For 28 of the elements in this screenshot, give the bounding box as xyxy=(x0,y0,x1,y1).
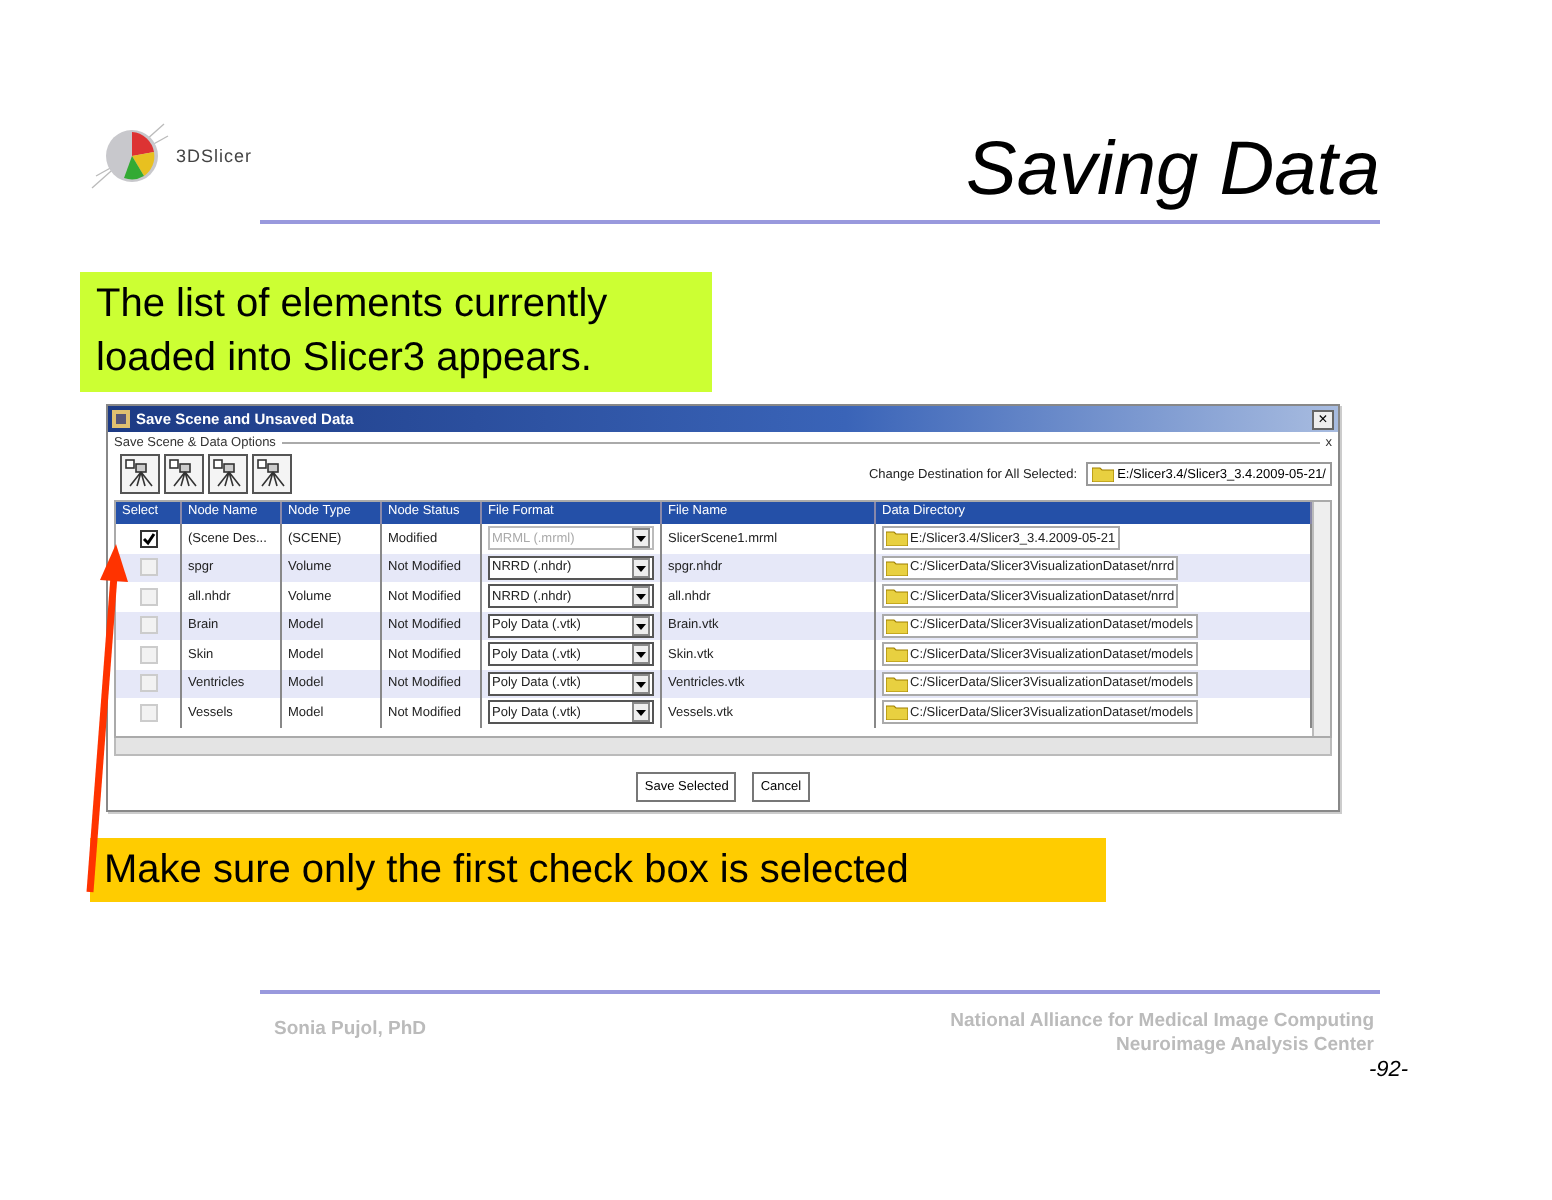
tree-icon xyxy=(168,458,200,490)
folder-icon xyxy=(1091,466,1114,482)
tree-toolbar-button[interactable] xyxy=(120,454,160,494)
callout-text: Make sure only the first check box is selected xyxy=(90,837,1106,901)
organization-name: Neuroimage Analysis Center xyxy=(1116,1033,1374,1057)
logo-text: 3DSlicer xyxy=(176,146,253,166)
folder-icon xyxy=(886,646,908,663)
folder-icon xyxy=(886,530,908,547)
row-checkbox[interactable] xyxy=(139,529,157,548)
tree-icon xyxy=(124,458,156,490)
tree-toolbar-button[interactable] xyxy=(252,454,292,494)
tree-toolbar-button[interactable] xyxy=(208,454,248,494)
app-icon xyxy=(112,410,130,428)
folder-icon xyxy=(886,675,908,692)
slide-title: Saving Data xyxy=(965,132,1380,208)
close-button[interactable]: × xyxy=(1312,409,1334,429)
callout-text: The list of elements currently loaded into Slicer3 appears. xyxy=(80,272,712,392)
page-number: -92- xyxy=(1368,1057,1408,1081)
tree-icon xyxy=(212,458,244,490)
folder-icon xyxy=(886,588,908,605)
tree-toolbar-button[interactable] xyxy=(164,454,204,494)
author-name: Sonia Pujol, PhD xyxy=(274,1017,427,1043)
folder-icon xyxy=(886,704,908,721)
tree-icon xyxy=(256,458,288,490)
organization-name: National Alliance for Medical Image Computing xyxy=(950,1009,1374,1033)
folder-icon xyxy=(886,559,908,576)
vertical-scrollbar[interactable] xyxy=(1312,502,1330,735)
folder-icon xyxy=(886,617,908,634)
